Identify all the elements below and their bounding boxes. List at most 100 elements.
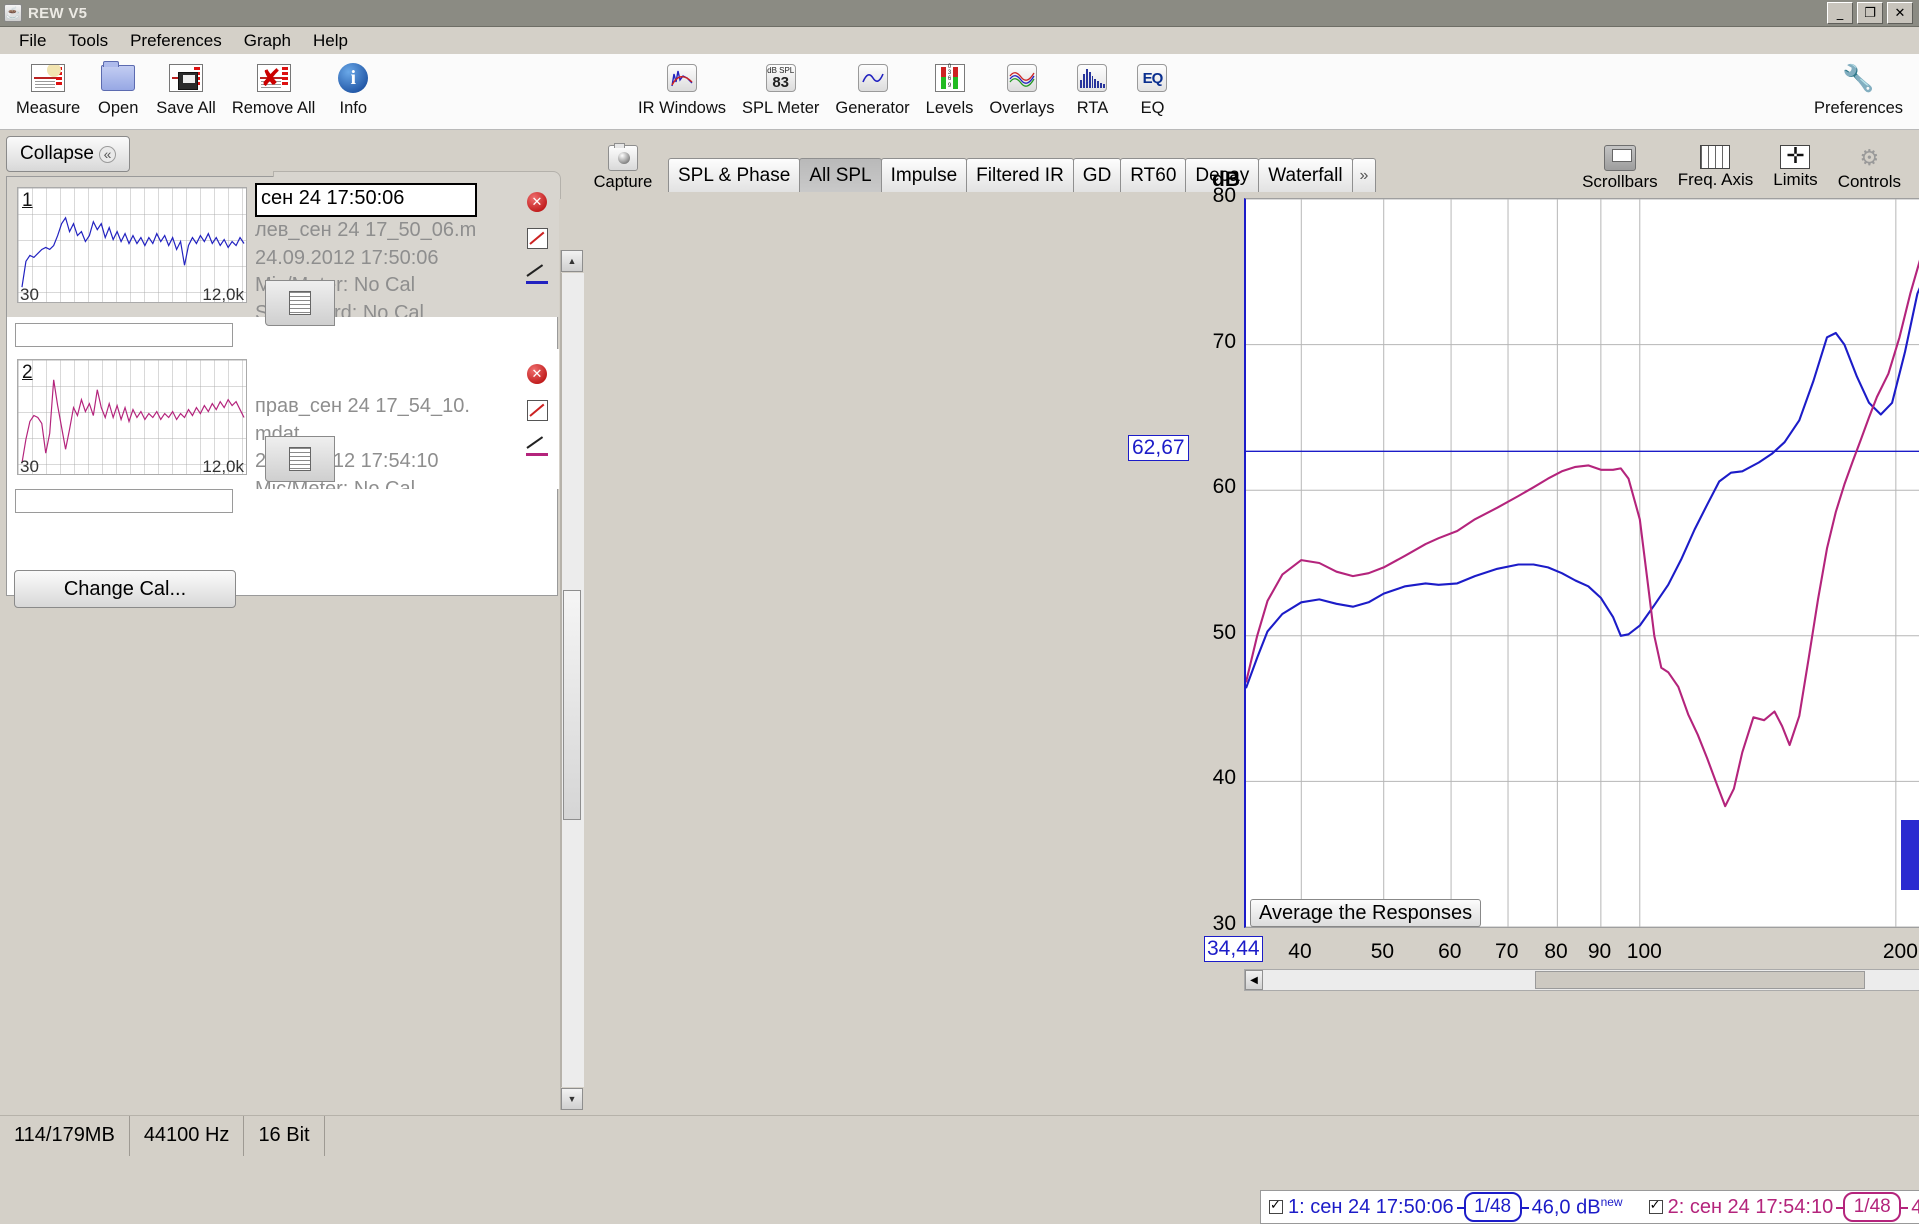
close-button[interactable]: ✕ xyxy=(1887,2,1913,24)
edit-measurement-2-button[interactable] xyxy=(523,397,551,423)
average-responses-button[interactable]: Average the Responses xyxy=(1250,899,1481,927)
menu-item-help[interactable]: Help xyxy=(302,28,359,54)
smoothing-value-2: 1/48 xyxy=(1854,1196,1891,1218)
cursor-level-readout[interactable]: 62,67 xyxy=(1128,435,1189,461)
hscrollbar-thumb[interactable] xyxy=(1535,971,1865,989)
main-content: Collapse « 1 30 12,0k сен 24 17:50:06 xyxy=(0,130,1919,1115)
average-responses-label: Average the Responses xyxy=(1259,902,1472,925)
measurement-thumbnail-2[interactable]: 2 30 12,0k xyxy=(17,359,247,475)
eq-icon: EQ xyxy=(1137,58,1167,98)
measurement-name-input-1[interactable]: сен 24 17:50:06 xyxy=(255,183,477,217)
legend-label-1: 1: сен 24 17:50:06 xyxy=(1288,1196,1454,1219)
y-tick-70: 70 xyxy=(1190,330,1236,354)
scrollbars-icon xyxy=(1604,145,1636,171)
y-tick-50: 50 xyxy=(1190,621,1236,645)
scrollbars-button[interactable]: Scrollbars xyxy=(1572,145,1668,192)
minimize-button[interactable]: _ xyxy=(1827,2,1853,24)
measure-button[interactable]: Measure xyxy=(8,54,88,118)
capture-button[interactable]: Capture xyxy=(584,145,662,192)
generator-button[interactable]: Generator xyxy=(827,54,917,118)
status-memory: 114/179MB xyxy=(0,1116,130,1156)
level-readout-2: 47,1 dBnew xyxy=(1911,1195,1919,1220)
legend-checkbox-2[interactable] xyxy=(1649,1200,1663,1214)
info-icon: i xyxy=(338,58,368,98)
scroll-up-arrow-icon[interactable]: ▲ xyxy=(561,250,583,272)
y-tick-80: 80 xyxy=(1190,184,1236,208)
tab-rt60[interactable]: RT60 xyxy=(1120,158,1186,192)
controls-button[interactable]: ⚙ Controls xyxy=(1828,145,1911,192)
measurement-thumbnail-1[interactable]: 1 30 12,0k xyxy=(17,187,247,303)
chart-horizontal-scrollbar[interactable]: ◀ ▶ xyxy=(1244,969,1919,991)
thumbnail-freq-high-2: 12,0k xyxy=(202,457,244,475)
levels-button[interactable]: 0369 Levels xyxy=(918,54,982,118)
y-tick-40: 40 xyxy=(1190,766,1236,790)
menu-item-preferences[interactable]: Preferences xyxy=(119,28,233,54)
menu-item-tools[interactable]: Tools xyxy=(57,28,119,54)
spl-meter-button[interactable]: dB SPL83 SPL Meter xyxy=(734,54,827,118)
measure-doc-icon xyxy=(31,58,65,98)
legend-entry-1[interactable]: 1: сен 24 17:50:06 1/48 46,0 dBnew xyxy=(1261,1192,1623,1222)
menu-item-file[interactable]: File xyxy=(8,28,57,54)
x-tick-40: 40 xyxy=(1288,940,1311,964)
smoothing-value-1: 1/48 xyxy=(1474,1196,1511,1218)
smoothing-selector-2[interactable]: 1/48 xyxy=(1843,1192,1901,1222)
save-all-button[interactable]: Save All xyxy=(148,54,224,118)
measurement-datetime-1: 24.09.2012 17:50:06 xyxy=(255,245,515,273)
series-line-1 xyxy=(1246,273,1919,688)
collapse-button[interactable]: Collapse « xyxy=(6,136,130,172)
overlays-icon xyxy=(1007,58,1037,98)
ir-window-icon xyxy=(667,58,697,98)
change-cal-button[interactable]: Change Cal... xyxy=(14,570,236,608)
remove-all-button[interactable]: ✘ Remove All xyxy=(224,54,323,118)
measurement-index-1: 1 xyxy=(22,190,33,212)
overlays-button[interactable]: Overlays xyxy=(981,54,1062,118)
rta-button[interactable]: RTA xyxy=(1062,54,1122,118)
tab-spl-phase[interactable]: SPL & Phase xyxy=(668,158,800,192)
color-measurement-1-button[interactable] xyxy=(523,261,551,287)
x-tick-50: 50 xyxy=(1371,940,1394,964)
tabs-overflow-button[interactable]: » xyxy=(1352,158,1377,192)
menu-item-graph[interactable]: Graph xyxy=(233,28,302,54)
preferences-button[interactable]: 🔧 Preferences xyxy=(1806,54,1911,118)
info-button[interactable]: i Info xyxy=(323,54,383,118)
spl-plot[interactable] xyxy=(1244,198,1919,928)
legend-checkbox-1[interactable] xyxy=(1269,1200,1283,1214)
status-bit-depth: 16 Bit xyxy=(244,1116,324,1156)
freq-axis-button[interactable]: Freq. Axis xyxy=(1668,145,1764,192)
right-edge-scroll-indicator[interactable] xyxy=(1901,820,1919,890)
status-bar: 114/179MB 44100 Hz 16 Bit xyxy=(0,1115,1919,1155)
edit-measurement-1-button[interactable] xyxy=(523,225,551,251)
scrollbar-thumb[interactable] xyxy=(563,590,581,820)
scroll-down-arrow-icon[interactable]: ▼ xyxy=(561,1088,583,1110)
sidebar-scrollbar[interactable]: ▲ ▼ xyxy=(560,250,584,1110)
cursor-frequency-readout[interactable]: 34,44 xyxy=(1204,936,1263,962)
smoothing-selector-1[interactable]: 1/48 xyxy=(1464,1192,1522,1222)
java-coffee-icon xyxy=(4,4,22,22)
window-title: REW V5 xyxy=(28,5,87,22)
delete-measurement-2-button[interactable]: ✕ xyxy=(523,361,551,387)
y-tick-30: 30 xyxy=(1190,912,1236,936)
x-tick-200: 200 xyxy=(1883,940,1918,964)
delete-measurement-1-button[interactable]: ✕ xyxy=(523,189,551,215)
tab-all-spl[interactable]: All SPL xyxy=(799,158,881,192)
color-measurement-2-button[interactable] xyxy=(523,433,551,459)
tab-waterfall[interactable]: Waterfall xyxy=(1258,158,1352,192)
ir-windows-button[interactable]: IR Windows xyxy=(630,54,734,118)
tab-filtered-ir[interactable]: Filtered IR xyxy=(966,158,1074,192)
legend-entry-2[interactable]: 2: сен 24 17:54:10 1/48 47,1 dBnew xyxy=(1641,1192,1919,1222)
limits-button[interactable]: Limits xyxy=(1763,145,1827,192)
open-button[interactable]: Open xyxy=(88,54,148,118)
measurement-1-notes-shell[interactable] xyxy=(265,280,335,326)
measurement-2-notes-shell[interactable] xyxy=(265,436,335,482)
scroll-left-arrow-icon[interactable]: ◀ xyxy=(1245,970,1263,990)
tab-impulse[interactable]: Impulse xyxy=(881,158,968,192)
graph-toolbar: Capture SPL & Phase All SPL Impulse Filt… xyxy=(584,130,1919,192)
restore-button[interactable]: ❐ xyxy=(1857,2,1883,24)
spl-meter-icon: dB SPL83 xyxy=(766,58,796,98)
chart-legend: 1: сен 24 17:50:06 1/48 46,0 dBnew 2: се… xyxy=(1260,1190,1919,1224)
eq-button[interactable]: EQ EQ xyxy=(1122,54,1182,118)
level-bars-icon: 0369 xyxy=(935,58,965,98)
tab-gd[interactable]: GD xyxy=(1073,158,1122,192)
toolbar-group-right: 🔧 Preferences xyxy=(1806,54,1911,118)
x-tick-80: 80 xyxy=(1544,940,1567,964)
